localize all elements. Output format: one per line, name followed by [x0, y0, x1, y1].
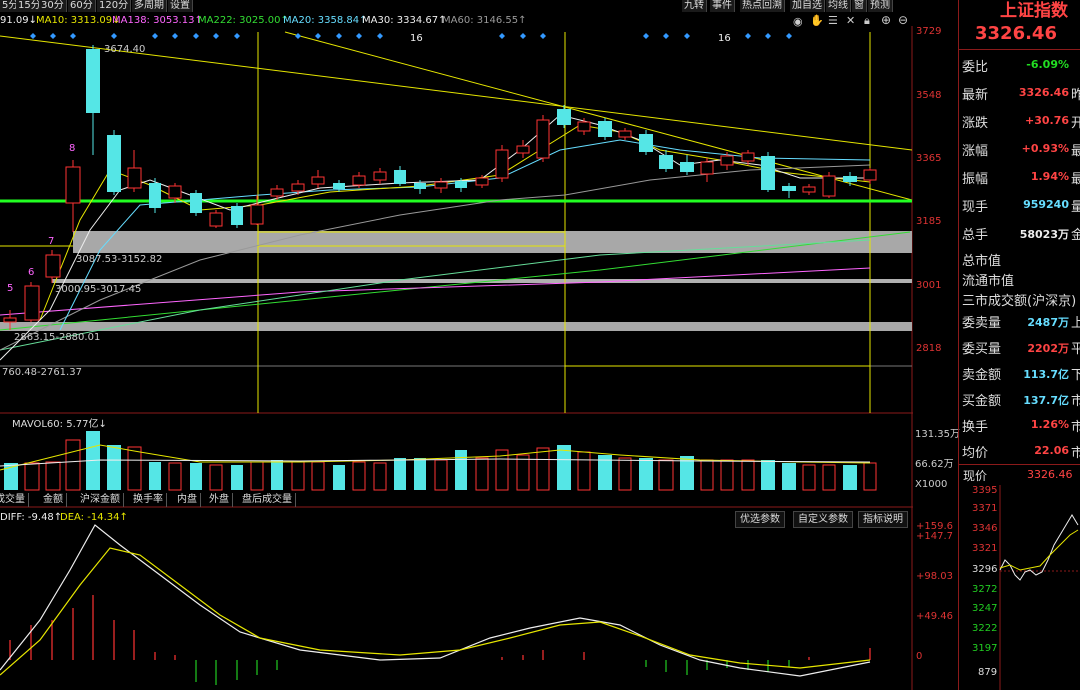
quote-label: 均价: [962, 446, 989, 461]
mini-axis-label: 3395: [972, 485, 998, 496]
mini-chart-divider: [959, 464, 1080, 465]
quote-label-cut: 量: [1071, 200, 1080, 215]
quote-value: 58023万: [1019, 228, 1069, 241]
quote-label-cut: 最: [1071, 144, 1080, 159]
quote-label: 卖金额: [962, 368, 1002, 383]
tab-turnover[interactable]: 换手率: [130, 493, 167, 507]
mini-price-value: 3326.46: [1027, 468, 1073, 481]
mavol-legend: MAVOL60: 5.77亿↓: [12, 419, 107, 430]
count-label: 16: [718, 33, 731, 44]
macd-dea-legend: DEA: -14.34↑: [60, 512, 128, 523]
high-price-label: 3674.40: [104, 44, 146, 55]
quote-label: 流通市值: [962, 274, 1015, 289]
macd-axis-label: 0: [916, 651, 923, 662]
volume-axis-label: 131.35万: [915, 429, 960, 440]
macd-axis-label: +147.7: [916, 531, 954, 542]
quote-value: +30.76: [1024, 114, 1069, 127]
quote-label: 振幅: [962, 172, 989, 187]
quote-value: 22.06: [1034, 444, 1069, 457]
mini-volume-label: 879: [978, 667, 998, 678]
tab-volume[interactable]: 成交量: [0, 493, 29, 507]
mini-price-label: 现价: [963, 469, 988, 483]
sequence-number: 5: [7, 283, 14, 294]
index-price: 3326.46: [975, 23, 1057, 44]
price-axis-label: 2818: [916, 343, 942, 354]
macd-axis-label: +49.46: [916, 611, 954, 622]
quote-label-cut: 上: [1071, 316, 1080, 331]
tab-outer-volume[interactable]: 外盘: [206, 493, 233, 507]
custom-params-button[interactable]: 自定义参数: [793, 511, 853, 528]
quote-label: 总手: [962, 228, 989, 243]
quote-value: 959240: [1023, 198, 1069, 211]
quote-label-cut: 下: [1071, 368, 1080, 383]
index-title: 上证指数: [1000, 1, 1068, 21]
tab-inner-volume[interactable]: 内盘: [174, 493, 201, 507]
quote-label-cut: 市: [1071, 420, 1080, 435]
volume-axis-label: X1000: [915, 479, 948, 490]
mini-axis-label: 3272: [972, 584, 998, 595]
price-axis-label: 3001: [916, 280, 942, 291]
zone-label: 760.48-2761.37: [2, 367, 82, 378]
quote-label: 换手: [962, 420, 989, 435]
mini-axis-label: 3321: [972, 543, 998, 554]
quote-value: 2487万: [1027, 316, 1069, 329]
quote-label-cut: 市: [1071, 394, 1080, 409]
volume-axis-label: 66.62万: [915, 459, 954, 470]
macd-diff-legend: DIFF: -9.48↑: [0, 512, 63, 523]
price-axis-label: 3185: [916, 216, 942, 227]
price-axis-label: 3365: [916, 153, 942, 164]
indicator-help-button[interactable]: 指标说明: [858, 511, 908, 528]
tab-shsz-amount[interactable]: 沪深金额: [77, 493, 124, 507]
tab-amount[interactable]: 金额: [40, 493, 67, 507]
quote-label: 总市值: [962, 254, 1002, 269]
macd-axis-label: +98.03: [916, 571, 954, 582]
quote-label-cut: 昨: [1071, 88, 1080, 103]
quote-value: +0.93%: [1021, 142, 1069, 155]
quote-label: 现手: [962, 200, 989, 215]
quote-label-cut: 开: [1071, 116, 1080, 131]
sequence-number: 7: [48, 236, 55, 247]
sequence-number: 6: [28, 267, 35, 278]
quote-label: 委比: [962, 60, 989, 75]
quote-value: 113.7亿: [1023, 368, 1069, 381]
zone-label: 3087.53-3152.82: [76, 254, 163, 265]
quote-label: 最新: [962, 88, 989, 103]
mini-axis-label: 3222: [972, 623, 998, 634]
quote-label-cut: 市: [1071, 446, 1080, 461]
mini-axis-label: 3296: [972, 564, 998, 575]
quote-header-divider: [959, 49, 1080, 50]
quote-label: 涨幅: [962, 144, 989, 159]
quote-value: 1.26%: [1030, 418, 1069, 431]
quote-label: 委买量: [962, 342, 1002, 357]
quote-value: 137.7亿: [1023, 394, 1069, 407]
count-label: 16: [410, 33, 423, 44]
quote-label-cut: 最: [1071, 172, 1080, 187]
quote-value: 1.94%: [1030, 170, 1069, 183]
quote-label-cut: 金: [1071, 228, 1080, 243]
quote-value: 3326.46: [1018, 86, 1069, 99]
quote-label: 买金额: [962, 394, 1002, 409]
mini-axis-label: 3247: [972, 603, 998, 614]
candlestick-chart[interactable]: [0, 0, 913, 690]
quote-label: 涨跌: [962, 116, 989, 131]
zone-label: 3000.95-3017.45: [55, 284, 142, 295]
mini-axis-label: 3371: [972, 503, 998, 514]
optimal-params-button[interactable]: 优选参数: [735, 511, 785, 528]
tab-after-hours-volume[interactable]: 盘后成交量: [239, 493, 296, 507]
mini-axis-label: 3197: [972, 643, 998, 654]
price-axis-label: 3548: [916, 90, 942, 101]
quote-value: -6.09%: [1026, 58, 1069, 71]
quote-label: 委卖量: [962, 316, 1002, 331]
quote-value: 2202万: [1027, 342, 1069, 355]
price-axis-label: 3729: [916, 26, 942, 37]
mini-axis-label: 3346: [972, 523, 998, 534]
quote-label: 三市成交额(沪深京): [962, 294, 1077, 309]
quote-label-cut: 平: [1071, 342, 1080, 357]
quote-panel-divider: [958, 0, 959, 690]
zone-label: 2863.15-2880.01: [14, 332, 101, 343]
sequence-number: 8: [69, 143, 76, 154]
